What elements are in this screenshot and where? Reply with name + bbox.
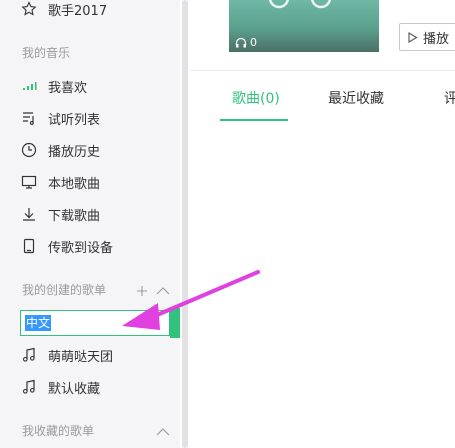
playlist-icon (20, 109, 38, 127)
playlist-name-input[interactable]: 中文 (20, 310, 170, 336)
sidebar-item-label: 传歌到设备 (48, 240, 114, 256)
star-icon (20, 0, 38, 18)
monitor-icon (20, 173, 38, 191)
play-icon (408, 31, 418, 43)
cover-art-rings (268, 0, 332, 9)
sidebar-item-singer[interactable]: 歌手2017 (0, 0, 180, 24)
sidebar-item-label: 萌萌哒天团 (48, 349, 114, 365)
sidebar-item-playlist-default[interactable]: 默认收藏 (0, 372, 180, 402)
sidebar-item-local-songs[interactable]: 本地歌曲 (0, 167, 180, 197)
collected-playlists-section-title: 我收藏的歌单 (22, 424, 95, 438)
sidebar-item-label: 歌手2017 (48, 3, 108, 19)
download-icon (20, 205, 38, 223)
sidebar-item-label: 下载歌曲 (48, 208, 101, 224)
tabs-divider (190, 70, 455, 71)
sidebar-item-label: 播放历史 (48, 144, 101, 160)
my-music-section-title: 我的音乐 (22, 46, 71, 60)
sidebar-item-trial-list[interactable]: 试听列表 (0, 103, 180, 133)
main-panel: 0 播放 歌曲(0) 最近收藏 评 (190, 0, 455, 448)
tab-comments[interactable]: 评 (444, 88, 455, 108)
play-all-label: 播放 (423, 31, 450, 47)
sidebar-item-label: 本地歌曲 (48, 176, 101, 192)
clock-icon (20, 141, 38, 159)
sidebar-item-label: 默认收藏 (48, 381, 101, 397)
add-playlist-icon[interactable] (136, 282, 148, 301)
listen-count-value: 0 (250, 36, 257, 49)
selected-text: 中文 (25, 315, 52, 331)
created-playlists-section-title: 我的创建的歌单 (22, 283, 107, 297)
playlist-cover[interactable]: 0 (229, 0, 379, 52)
tab-songs[interactable]: 歌曲(0) (232, 88, 280, 108)
collapse-collected-icon[interactable] (156, 423, 170, 442)
tab-recent-collections[interactable]: 最近收藏 (328, 88, 384, 108)
music-note-icon (20, 346, 38, 364)
music-note-icon (20, 378, 38, 396)
sidebar-item-playlist-mengmeng[interactable]: 萌萌哒天团 (0, 340, 180, 370)
created-section-actions (136, 282, 170, 301)
headphones-icon (235, 37, 247, 48)
signal-bars-icon (20, 77, 38, 95)
scrollbar-thumb[interactable] (182, 0, 188, 448)
listen-count: 0 (235, 36, 257, 49)
play-all-button[interactable]: 播放 (399, 23, 455, 51)
sidebar-item-transfer-device[interactable]: 传歌到设备 (0, 231, 180, 261)
phone-icon (20, 237, 38, 255)
sidebar-item-label: 试听列表 (48, 112, 101, 128)
collapse-created-icon[interactable] (156, 282, 170, 301)
sidebar-item-history[interactable]: 播放历史 (0, 135, 180, 165)
sidebar-scrollbar[interactable] (180, 0, 190, 448)
sidebar-item-label: 我喜欢 (48, 80, 88, 96)
new-playlist-edit-row: 中文 (0, 308, 190, 338)
collected-section-actions (156, 423, 170, 442)
active-tab-underline (220, 119, 288, 121)
sidebar-item-downloads[interactable]: 下载歌曲 (0, 199, 180, 229)
sidebar: 歌手2017 我的音乐 我喜欢 试听列表 播放历史 本地歌曲 下载歌曲 传歌到设… (0, 0, 180, 448)
sidebar-item-favorites[interactable]: 我喜欢 (0, 71, 180, 101)
